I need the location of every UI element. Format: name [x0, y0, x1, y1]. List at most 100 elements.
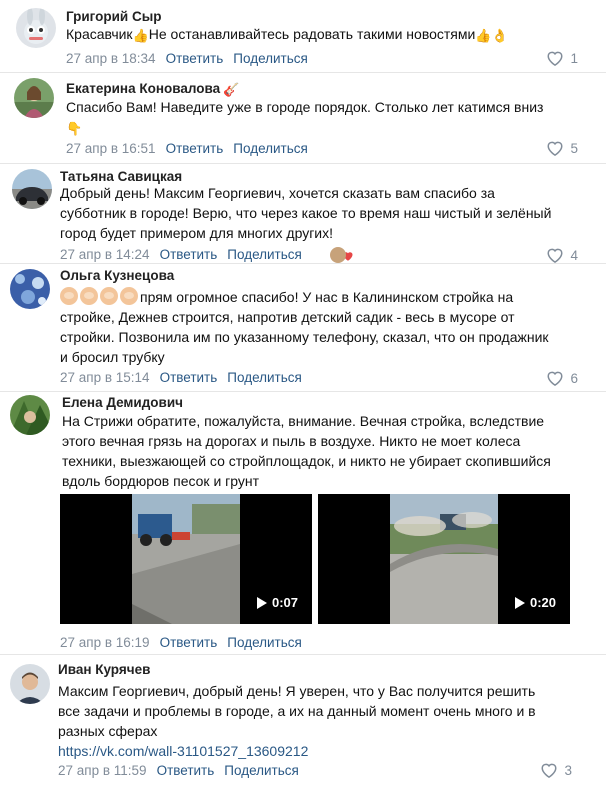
comment: Татьяна Савицкая Добрый день! Максим Гео…	[0, 163, 606, 263]
hugging-emoji-icon	[60, 287, 78, 305]
hugging-emoji-icon	[80, 287, 98, 305]
avatar[interactable]	[16, 8, 56, 48]
comment-text-line: Красавчик	[66, 26, 133, 42]
comment-text-line: этого вечная грязь на дорогах и пыль в в…	[62, 433, 521, 449]
like-count: 6	[570, 370, 578, 386]
comment-text-line: разных сферах	[58, 723, 158, 739]
reply-button[interactable]: Ответить	[166, 141, 224, 156]
share-button[interactable]: Поделиться	[227, 370, 302, 385]
comment-author[interactable]: Иван Курячев	[58, 662, 150, 677]
reply-button[interactable]: Ответить	[166, 51, 224, 66]
hugging-emoji-icon	[100, 287, 118, 305]
comment-meta: 27 апр в 16:19 Ответить Поделиться	[60, 635, 302, 650]
comment-date[interactable]: 27 апр в 18:34	[66, 51, 156, 66]
heart-outline-icon	[547, 371, 563, 386]
video-attachment[interactable]: 0:07	[60, 494, 312, 624]
share-button[interactable]: Поделиться	[227, 247, 302, 262]
avatar[interactable]	[10, 395, 50, 435]
comment-text-line: Максим Георгиевич, добрый день! Я уверен…	[58, 683, 536, 699]
comment: Ольга Кузнецова прям огромное спасибо! У…	[0, 263, 606, 391]
reply-button[interactable]: Ответить	[160, 247, 218, 262]
reply-button[interactable]: Ответить	[160, 635, 218, 650]
share-button[interactable]: Поделиться	[233, 141, 308, 156]
comment-author[interactable]: Татьяна Савицкая	[60, 169, 182, 184]
comment-meta: 27 апр в 18:34 Ответить Поделиться	[66, 51, 308, 66]
play-icon	[514, 596, 525, 609]
heart-outline-icon	[547, 141, 563, 156]
comment-date[interactable]: 27 апр в 11:59	[58, 763, 147, 778]
comment-text: прям огромное спасибо! У нас в Калининск…	[60, 287, 580, 367]
comment: Иван Курячев Максим Георгиевич, добрый д…	[0, 654, 606, 797]
ok-hand-emoji-icon: 👌	[491, 28, 508, 43]
comment-text-line: стройки. Позвонила им по указанному теле…	[60, 329, 549, 345]
comment: Григорий Сыр Красавчик👍Не останавливайте…	[0, 0, 606, 78]
comment-text-line: субботник в городе! Верю, что через како…	[60, 205, 552, 221]
avatar[interactable]	[10, 269, 50, 309]
video-thumbnail	[390, 494, 498, 624]
avatar[interactable]	[12, 169, 52, 209]
comment-meta: 27 апр в 15:14 Ответить Поделиться	[60, 370, 302, 385]
like-count: 4	[570, 247, 578, 263]
comment-text-line: Не останавливайтесь радовать такими ново…	[148, 26, 476, 42]
share-button[interactable]: Поделиться	[233, 51, 308, 66]
comment-text: Добрый день! Максим Георгиевич, хочется …	[60, 183, 580, 243]
pointing-down-emoji-icon: 👇	[66, 121, 83, 136]
video-attachment[interactable]: 0:20	[318, 494, 570, 624]
comment-text: На Стрижи обратите, пожалуйста, внимание…	[62, 411, 582, 491]
comment-text-line: прям огромное спасибо! У нас в Калининск…	[60, 287, 580, 307]
comment-text-line: Добрый день! Максим Георгиевич, хочется …	[60, 185, 495, 201]
video-duration: 0:07	[256, 595, 298, 610]
thumbs-up-emoji-icon: 👍	[132, 28, 149, 43]
guitar-emoji-icon: 🎸	[223, 82, 240, 97]
like-button[interactable]: 3	[540, 762, 572, 778]
comment: Елена Демидович На Стрижи обратите, пожа…	[0, 391, 606, 653]
video-duration-label: 0:20	[529, 595, 556, 610]
comment-text-line: Спасибо Вам! Наведите уже в городе поряд…	[66, 99, 544, 115]
comment-author[interactable]: Ольга Кузнецова	[60, 268, 174, 283]
avatar[interactable]	[14, 78, 54, 118]
comment-text-line: город будет примером для многих других!	[60, 225, 334, 241]
comment-date[interactable]: 27 апр в 16:19	[60, 635, 150, 650]
comment-text: Красавчик👍Не останавливайтесь радовать т…	[66, 24, 586, 44]
thumbs-up-emoji-icon: 👍	[475, 28, 492, 43]
comment-text-line: вдоль бордюров песок и грунт	[62, 473, 260, 489]
comment-text-line: стройке, Дежнев строится, напротив детск…	[60, 309, 515, 325]
comment-text-line: техники, выезжающей со стройплощадок, и …	[62, 453, 551, 469]
like-button[interactable]: 5	[546, 140, 578, 156]
comment-author[interactable]: Григорий Сыр	[66, 9, 162, 24]
hugging-emoji-icon	[120, 287, 138, 305]
comment-text-line: На Стрижи обратите, пожалуйста, внимание…	[62, 413, 545, 429]
comment-author[interactable]: Елена Демидович	[62, 395, 183, 410]
avatar[interactable]	[10, 664, 50, 704]
comment-date[interactable]: 27 апр в 15:14	[60, 370, 150, 385]
comment-link[interactable]: https://vk.com/wall-31101527_13609212	[58, 741, 578, 761]
like-count: 1	[570, 50, 578, 66]
like-count: 3	[564, 762, 572, 778]
like-count: 5	[570, 140, 578, 156]
video-thumbnail	[132, 494, 240, 624]
comment-meta: 27 апр в 11:59 Ответить Поделиться	[58, 763, 299, 778]
comment-meta: 27 апр в 16:51 Ответить Поделиться	[66, 141, 308, 156]
heart-outline-icon	[547, 248, 563, 263]
share-button[interactable]: Поделиться	[227, 635, 302, 650]
like-button[interactable]: 4	[546, 247, 578, 263]
comment-author-name[interactable]: Екатерина Коновалова	[66, 81, 220, 96]
share-button[interactable]: Поделиться	[224, 763, 299, 778]
comment-author[interactable]: Екатерина Коновалова 🎸	[66, 81, 239, 96]
comment-text-line: все задачи и проблемы в городе, а их на …	[58, 703, 536, 719]
like-button[interactable]: 1	[546, 50, 578, 66]
comment-date[interactable]: 27 апр в 16:51	[66, 141, 156, 156]
like-button[interactable]: 6	[546, 370, 578, 386]
comment-text-line: и бросил трубку	[60, 349, 165, 365]
comment-text: Спасибо Вам! Наведите уже в городе поряд…	[66, 97, 586, 137]
reply-button[interactable]: Ответить	[157, 763, 215, 778]
video-duration-label: 0:07	[271, 595, 298, 610]
comment-text-line: прям огромное спасибо! У нас в Калининск…	[140, 289, 514, 305]
heart-outline-icon	[547, 51, 563, 66]
reply-button[interactable]: Ответить	[160, 370, 218, 385]
comment: Екатерина Коновалова 🎸 Спасибо Вам! Навед…	[0, 72, 606, 164]
comment-meta: 27 апр в 14:24 Ответить Поделиться	[60, 247, 302, 262]
comment-date[interactable]: 27 апр в 14:24	[60, 247, 150, 262]
heart-outline-icon	[541, 763, 557, 778]
comment-text: Максим Георгиевич, добрый день! Я уверен…	[58, 681, 578, 761]
